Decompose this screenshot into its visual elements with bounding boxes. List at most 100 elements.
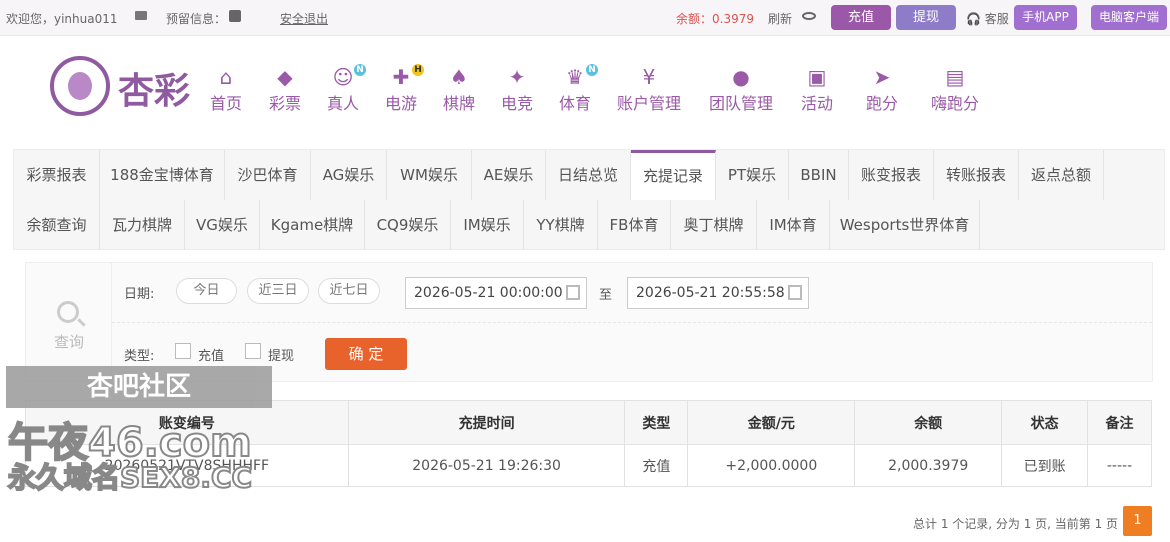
calendar-icon[interactable] xyxy=(788,285,802,300)
balance-text: 余额：0.3979 xyxy=(676,12,754,26)
tab-wali-cards[interactable]: 瓦力棋牌 xyxy=(100,200,185,250)
start-date-input[interactable]: 2026-05-21 00:00:00 xyxy=(405,277,587,309)
nav-account[interactable]: ¥ 账户管理 xyxy=(617,66,681,114)
record-balance: 2,000.3979 xyxy=(854,444,1003,487)
nav-team[interactable]: ● 团队管理 xyxy=(709,66,773,114)
customer-service-link[interactable]: 🎧 客服 xyxy=(966,10,1009,27)
tab-ae[interactable]: AE娱乐 xyxy=(472,150,546,200)
tab-wm[interactable]: WM娱乐 xyxy=(387,150,472,200)
record-id: 20260521VTV8SHHHFF xyxy=(25,444,349,487)
pc-client-button[interactable]: 电脑客户端 xyxy=(1091,5,1167,30)
tab-saba-sports[interactable]: 沙巴体育 xyxy=(225,150,311,200)
nav-label: 电游 xyxy=(385,94,418,113)
tab-lottery-report[interactable]: 彩票报表 xyxy=(14,150,100,200)
nav-label: 账户管理 xyxy=(617,94,682,113)
tab-fb-sports[interactable]: FB体育 xyxy=(598,200,671,250)
end-date-input[interactable]: 2026-05-21 20:55:58 xyxy=(627,277,809,309)
nav-home[interactable]: ⌂ 首页 xyxy=(210,66,242,114)
eye-hidden-icon[interactable] xyxy=(802,12,816,20)
nav-slots[interactable]: ✚ H 电游 xyxy=(385,64,424,114)
record-amount: +2,000.0000 xyxy=(687,444,856,487)
withdraw-button[interactable]: 提现 xyxy=(896,5,956,30)
logout-link[interactable]: 安全退出 xyxy=(280,10,328,27)
tab-yy-cards[interactable]: YY棋牌 xyxy=(524,200,598,250)
tab-rebate-total[interactable]: 返点总额 xyxy=(1019,150,1104,200)
pagination-summary: 总计 1 个记录, 分为 1 页, 当前第 1 页 xyxy=(913,517,1119,531)
tab-deposit-withdraw-records[interactable]: 充提记录 xyxy=(631,150,716,200)
gamepad-icon: ✚ xyxy=(392,65,410,89)
start-date-value: 2026-05-21 00:00:00 xyxy=(414,285,563,301)
record-time: 2026-05-21 19:26:30 xyxy=(347,444,626,487)
nav-hi-score[interactable]: ▤ 嗨跑分 xyxy=(931,66,979,114)
tab-188-sports[interactable]: 188金宝博体育 xyxy=(100,150,225,200)
tab-kgame-cards[interactable]: Kgame棋牌 xyxy=(260,200,365,250)
record-status: 已到账 xyxy=(1001,444,1089,487)
tab-balance-change[interactable]: 账变报表 xyxy=(849,150,934,200)
tab-pt[interactable]: PT娱乐 xyxy=(716,150,789,200)
nav-lottery[interactable]: ◆ 彩票 xyxy=(269,66,301,114)
col-header: 金额/元 xyxy=(687,400,856,445)
tab-cq9[interactable]: CQ9娱乐 xyxy=(365,200,451,250)
seven-days-button[interactable]: 近七日 xyxy=(318,278,380,304)
end-date-value: 2026-05-21 20:55:58 xyxy=(636,285,785,301)
nav-sports[interactable]: ♛ N 体育 xyxy=(559,64,598,114)
new-badge: N xyxy=(586,64,598,76)
mobile-app-button[interactable]: 手机APP xyxy=(1014,5,1077,30)
calendar-icon[interactable] xyxy=(566,285,580,300)
brand-name[interactable]: 杏彩 xyxy=(118,62,190,114)
three-days-button[interactable]: 近三日 xyxy=(247,278,309,304)
edit-icon[interactable] xyxy=(229,10,241,22)
record-note: ----- xyxy=(1087,444,1152,487)
nav-score[interactable]: ➤ 跑分 xyxy=(866,66,898,114)
tab-daily-summary[interactable]: 日结总览 xyxy=(546,150,631,200)
charge-button[interactable]: 充值 xyxy=(831,5,891,30)
col-header: 余额 xyxy=(854,400,1003,445)
mail-icon[interactable] xyxy=(135,11,147,20)
customer-service-label: 客服 xyxy=(984,12,1009,26)
nav-label: 跑分 xyxy=(866,94,899,113)
nav-live[interactable]: ☺ N 真人 xyxy=(327,64,366,114)
confirm-button[interactable]: 确 定 xyxy=(325,338,407,370)
charge-checkbox[interactable] xyxy=(175,343,191,359)
table-header-row: 账变编号 充提时间 类型 金额/元 余额 状态 备注 xyxy=(25,400,1152,445)
record-type: 充值 xyxy=(624,444,689,487)
lottery-icon: ◆ xyxy=(277,65,293,89)
nav-label: 彩票 xyxy=(269,94,302,113)
logo-icon[interactable] xyxy=(50,56,110,116)
tab-im-sports[interactable]: IM体育 xyxy=(757,200,830,250)
nav-esports[interactable]: ✦ 电竞 xyxy=(501,66,533,114)
gift-icon: ▣ xyxy=(807,65,827,89)
tab-transfer-report[interactable]: 转账报表 xyxy=(934,150,1019,200)
hi-score-icon: ▤ xyxy=(945,65,965,89)
nav-label: 真人 xyxy=(327,94,360,113)
tab-vg[interactable]: VG娱乐 xyxy=(185,200,260,250)
nav-label: 团队管理 xyxy=(709,94,774,113)
page-button[interactable]: 1 xyxy=(1123,506,1152,536)
charge-checkbox-label: 充值 xyxy=(198,349,225,364)
hot-badge: H xyxy=(412,64,424,76)
refresh-link[interactable]: 刷新 xyxy=(768,10,792,27)
tab-wesports[interactable]: Wesports世界体育 xyxy=(830,200,980,250)
tab-balance-query[interactable]: 余额查询 xyxy=(14,200,100,250)
to-label: 至 xyxy=(599,288,613,303)
query-side: 查询 xyxy=(26,263,112,381)
date-label: 日期: xyxy=(124,287,155,302)
records-table: 账变编号 充提时间 类型 金额/元 余额 状态 备注 20260521VTV8S… xyxy=(25,400,1152,487)
table-row: 20260521VTV8SHHHFF 2026-05-21 19:26:30 充… xyxy=(25,444,1152,487)
tab-odin-cards[interactable]: 奥丁棋牌 xyxy=(671,200,757,250)
team-icon: ● xyxy=(732,65,750,89)
col-header: 充提时间 xyxy=(347,400,626,445)
nav-label: 嗨跑分 xyxy=(931,94,980,113)
today-button[interactable]: 今日 xyxy=(176,278,237,304)
live-dealer-icon: ☺ xyxy=(332,65,354,89)
nav-cards[interactable]: ♠ 棋牌 xyxy=(443,66,475,114)
nav-activity[interactable]: ▣ 活动 xyxy=(801,66,833,114)
col-header: 备注 xyxy=(1087,400,1152,445)
withdraw-checkbox[interactable] xyxy=(245,343,261,359)
tab-im[interactable]: IM娱乐 xyxy=(451,200,524,250)
tab-ag[interactable]: AG娱乐 xyxy=(311,150,387,200)
welcome-text: 欢迎您，yinhua011 xyxy=(6,12,118,26)
account-icon: ¥ xyxy=(642,65,656,89)
query-label: 查询 xyxy=(54,333,85,351)
tab-bbin[interactable]: BBIN xyxy=(789,150,849,200)
